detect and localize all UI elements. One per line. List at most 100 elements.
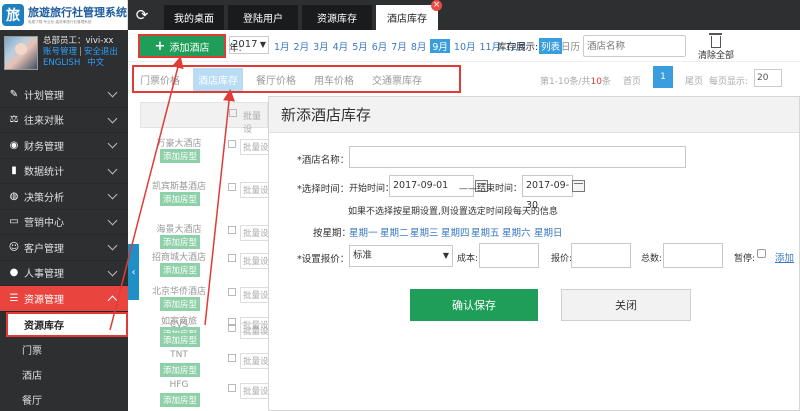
select-all-checkbox[interactable] <box>229 109 237 117</box>
category-hotel-inventory[interactable]: 酒店库存 <box>193 67 243 91</box>
add-price-link[interactable]: 添加 <box>775 250 794 264</box>
hotel-name-search-input[interactable] <box>583 35 686 57</box>
month-4[interactable]: 4月 <box>333 39 349 53</box>
calendar-icon[interactable] <box>572 180 585 192</box>
row-checkbox[interactable] <box>228 324 236 332</box>
row-checkbox[interactable] <box>228 354 236 362</box>
year-select[interactable]: 2017 ▼ <box>229 36 269 54</box>
hotel-name-input[interactable] <box>349 146 686 168</box>
category-car-price[interactable]: 用车价格 <box>314 72 354 87</box>
category-restaurant-price[interactable]: 餐厅价格 <box>256 72 296 87</box>
sidebar-subitem-restaurants[interactable]: 餐厅 <box>0 387 128 411</box>
weekday-sat[interactable]: 星期六 <box>502 225 531 239</box>
hotel-name: CVS <box>169 320 189 330</box>
view-calendar-toggle[interactable]: 日历 <box>561 39 580 53</box>
sidebar-item-analysis[interactable]: ◍ 决策分析 <box>0 184 128 210</box>
tab-hotel-inventory[interactable]: 酒店库存 <box>376 5 438 30</box>
sidebar-item-customers[interactable]: ☺ 客户管理 <box>0 235 128 261</box>
add-room-type-button[interactable]: 添加房型 <box>160 149 201 163</box>
tab-resource-inventory[interactable]: 资源库存 <box>302 5 372 30</box>
end-time-label: ——结束时间： <box>459 184 523 194</box>
add-room-type-button[interactable]: 添加房型 <box>160 393 201 407</box>
month-selector: 1月 2月 3月 4月 5月 6月 7月 8月 9月 10月 11月 12月 <box>274 39 531 53</box>
confirm-save-button[interactable]: 确认保存 <box>410 289 538 321</box>
collapse-sidebar-icon[interactable]: ‹ <box>128 244 139 300</box>
tab-login-users[interactable]: 登陆用户 <box>228 5 298 30</box>
per-page-label: 每页显示: <box>708 76 749 87</box>
pause-checkbox[interactable] <box>757 249 766 258</box>
month-6[interactable]: 6月 <box>372 39 388 53</box>
chevron-down-icon <box>107 240 118 251</box>
total-input[interactable] <box>663 243 723 268</box>
sidebar-item-finance[interactable]: ◉ 财务管理 <box>0 133 128 159</box>
cost-input[interactable] <box>479 243 539 268</box>
sidebar-subitem-hotels[interactable]: 酒店 <box>0 362 128 387</box>
sidebar-item-label: 决策分析 <box>24 192 64 204</box>
row-checkbox[interactable] <box>228 183 236 191</box>
sidebar-item-marketing[interactable]: ▭ 营销中心 <box>0 210 128 235</box>
tab-my-desktop[interactable]: 我的桌面 <box>164 5 224 30</box>
clear-all-button[interactable]: 清除全部 <box>694 32 738 61</box>
sidebar-item-reconcile[interactable]: ⚖ 往来对账 <box>0 108 128 133</box>
refresh-icon[interactable]: ⟳ <box>132 6 152 24</box>
weekday-fri[interactable]: 星期五 <box>471 225 500 239</box>
lang-en-link[interactable]: ENGLISH <box>43 58 80 68</box>
close-tab-icon[interactable]: × <box>431 0 442 11</box>
lang-zh-link[interactable]: 中文 <box>87 58 104 68</box>
weekday-mon[interactable]: 星期一 <box>349 225 378 239</box>
sidebar-item-resources[interactable]: ☰ 资源管理 <box>0 286 128 312</box>
link-separator: | <box>79 47 82 57</box>
sidebar-item-statistics[interactable]: ▮ 数据统计 <box>0 159 128 184</box>
pager-last[interactable]: 尾页 <box>685 74 703 87</box>
sidebar-item-label: 财务管理 <box>24 141 64 153</box>
stock-display-label: 库存展示: <box>497 42 539 53</box>
row-checkbox[interactable] <box>228 226 236 234</box>
category-transport-ticket[interactable]: 交通票库存 <box>372 72 422 87</box>
add-room-type-button[interactable]: 添加房型 <box>160 235 201 249</box>
chevron-down-icon <box>107 215 118 225</box>
weekday-sun[interactable]: 星期日 <box>534 225 563 239</box>
account-settings-link[interactable]: 账号管理 <box>43 47 77 57</box>
add-room-type-button[interactable]: 添加房型 <box>160 297 201 311</box>
table-row: 万豪大酒店 添加房型 批量设置 <box>140 136 281 164</box>
sidebar-item-hr[interactable]: ● 人事管理 <box>0 261 128 286</box>
pager-first[interactable]: 首页 <box>623 74 641 87</box>
pager-current-page[interactable]: 1 <box>652 66 673 88</box>
add-hotel-button[interactable]: + 添加酒店 <box>138 34 226 58</box>
row-checkbox[interactable] <box>228 384 236 392</box>
month-1[interactable]: 1月 <box>274 39 290 53</box>
sidebar-item-plan[interactable]: ✎ 计划管理 <box>0 82 128 108</box>
sidebar-subitem-tickets[interactable]: 门票 <box>0 337 128 362</box>
month-7[interactable]: 7月 <box>391 39 407 53</box>
add-room-type-button[interactable]: 添加房型 <box>160 363 201 377</box>
dialog-title: 新添酒店库存 <box>269 97 799 133</box>
month-9[interactable]: 9月 <box>430 39 450 53</box>
table-row: 北京华侨酒店 添加房型 批量设置 <box>140 284 281 312</box>
view-list-toggle[interactable]: 列表 <box>539 38 563 54</box>
logo-mark-icon: 旅 <box>2 4 24 26</box>
month-5[interactable]: 5月 <box>352 39 368 53</box>
month-3[interactable]: 3月 <box>313 39 329 53</box>
add-room-type-button[interactable]: 添加房型 <box>160 333 201 347</box>
add-room-type-button[interactable]: 添加房型 <box>160 192 201 206</box>
quote-input[interactable] <box>571 243 631 268</box>
per-page-select[interactable]: 20 <box>754 69 783 87</box>
pager: 第1-10条/共10条 首页 1 尾页 每页显示: 20 <box>540 66 783 88</box>
add-room-type-button[interactable]: 添加房型 <box>160 263 201 277</box>
close-button[interactable]: 关闭 <box>561 289 691 321</box>
row-checkbox[interactable] <box>228 140 236 148</box>
month-2[interactable]: 2月 <box>294 39 310 53</box>
row-checkbox[interactable] <box>228 254 236 262</box>
logout-link[interactable]: 安全退出 <box>84 47 118 57</box>
price-type-select[interactable]: 标准 ▼ <box>349 245 453 267</box>
end-date-input[interactable]: 2017-09-30 <box>522 175 573 211</box>
weekday-tue[interactable]: 星期二 <box>380 225 409 239</box>
row-checkbox[interactable] <box>228 288 236 296</box>
weekday-wed[interactable]: 星期三 <box>410 225 439 239</box>
category-ticket-price[interactable]: 门票价格 <box>140 72 180 87</box>
month-10[interactable]: 10月 <box>454 39 476 53</box>
sidebar-subitem-inventory[interactable]: 资源库存 <box>6 311 128 337</box>
month-8[interactable]: 8月 <box>411 39 427 53</box>
pause-label: 暂停: <box>734 254 756 264</box>
weekday-thu[interactable]: 星期四 <box>441 225 470 239</box>
